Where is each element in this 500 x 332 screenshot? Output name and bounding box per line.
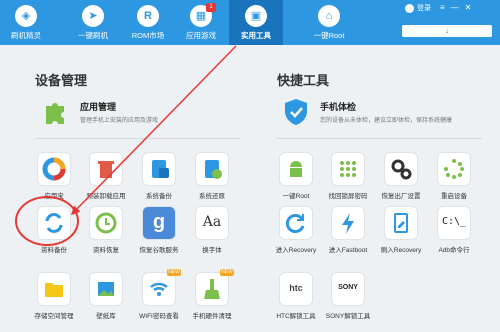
annotation-arrow [70,45,237,216]
